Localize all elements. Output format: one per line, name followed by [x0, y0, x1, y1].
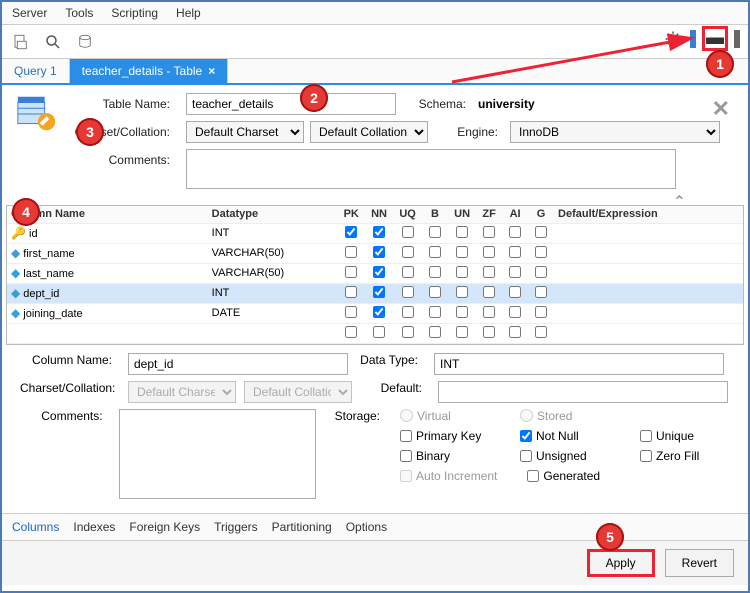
radio-stored[interactable]: Stored: [520, 409, 610, 423]
check-unsigned[interactable]: Unsigned: [520, 449, 610, 463]
tab-query1[interactable]: Query 1: [2, 59, 70, 83]
callout-1: 1: [706, 50, 734, 78]
table-row[interactable]: ◆ dept_idINT: [7, 283, 743, 303]
menu-server[interactable]: Server: [12, 6, 47, 20]
table-row[interactable]: ◆ first_nameVARCHAR(50): [7, 243, 743, 263]
collation-select[interactable]: Default Collation: [310, 121, 428, 143]
chevron-up-icon[interactable]: ⌃: [673, 192, 686, 212]
menu-help[interactable]: Help: [176, 6, 201, 20]
table-row[interactable]: ◆ last_nameVARCHAR(50): [7, 263, 743, 283]
check-binary[interactable]: Binary: [400, 449, 490, 463]
detail-charset-select: Default Charset: [128, 381, 236, 403]
comments-input[interactable]: [186, 149, 676, 189]
tab-partitioning[interactable]: Partitioning: [272, 520, 332, 534]
columns-grid: Column Name Datatype PK NN UQ B UN ZF AI…: [6, 205, 744, 345]
check-primary-key[interactable]: Primary Key: [400, 429, 490, 443]
callout-3: 3: [76, 118, 104, 146]
schema-value: university: [478, 97, 535, 111]
revert-button[interactable]: Revert: [665, 549, 734, 577]
apply-button[interactable]: Apply: [587, 549, 655, 577]
close-icon[interactable]: ×: [208, 64, 215, 78]
bottom-tabs: Columns Indexes Foreign Keys Triggers Pa…: [2, 513, 748, 540]
check-auto-increment[interactable]: Auto Increment: [400, 469, 497, 483]
check-not-null[interactable]: Not Null: [520, 429, 610, 443]
table-row[interactable]: 🔑 idINT: [7, 223, 743, 243]
tab-options[interactable]: Options: [346, 520, 387, 534]
check-unique[interactable]: Unique: [640, 429, 730, 443]
check-generated[interactable]: Generated: [527, 469, 617, 483]
editor-tabs: Query 1 teacher_details - Table ×: [2, 59, 748, 85]
menu-scripting[interactable]: Scripting: [111, 6, 158, 20]
comments-label: Comments:: [20, 149, 180, 167]
check-zero-fill[interactable]: Zero Fill: [640, 449, 730, 463]
detail-comments-label: Comments:: [20, 409, 111, 423]
table-name-input[interactable]: [186, 93, 396, 115]
detail-charset-label: Charset/Collation:: [20, 381, 120, 395]
panel-left-icon[interactable]: [690, 30, 696, 48]
column-detail-panel: Column Name: Data Type: Charset/Collatio…: [2, 345, 748, 509]
tab-triggers[interactable]: Triggers: [214, 520, 258, 534]
detail-comments-input[interactable]: [119, 409, 317, 499]
menu-tools[interactable]: Tools: [65, 6, 93, 20]
panel-right-icon[interactable]: [734, 30, 740, 48]
storage-label: Storage:: [324, 409, 388, 423]
callout-4: 4: [12, 198, 40, 226]
db-refresh-icon[interactable]: [74, 31, 96, 53]
table-designer-icon: [14, 91, 60, 137]
grid-header: Column Name Datatype PK NN UQ B UN ZF AI…: [7, 206, 743, 223]
detail-collation-select: Default Collation: [244, 381, 352, 403]
col-name-input[interactable]: [128, 353, 348, 375]
table-row-blank[interactable]: [7, 323, 743, 343]
panel-bottom-icon[interactable]: [702, 26, 728, 51]
data-type-label: Data Type:: [356, 353, 426, 367]
tab-indexes[interactable]: Indexes: [73, 520, 115, 534]
search-icon[interactable]: [42, 31, 64, 53]
engine-select[interactable]: InnoDB: [510, 121, 720, 143]
radio-virtual[interactable]: Virtual: [400, 409, 490, 423]
sql-file-icon[interactable]: [10, 31, 32, 53]
tab-foreign-keys[interactable]: Foreign Keys: [129, 520, 200, 534]
schema-label: Schema:: [402, 97, 472, 111]
menubar: Server Tools Scripting Help: [2, 2, 748, 25]
charset-select[interactable]: Default Charset: [186, 121, 304, 143]
callout-2: 2: [300, 84, 328, 112]
footer: Apply Revert: [2, 540, 748, 585]
default-input[interactable]: [438, 381, 728, 403]
col-name-label: Column Name:: [20, 353, 120, 367]
table-row[interactable]: ◆ joining_dateDATE: [7, 303, 743, 323]
engine-label: Engine:: [434, 125, 504, 139]
data-type-input[interactable]: [434, 353, 724, 375]
tab-columns[interactable]: Columns: [12, 520, 59, 534]
default-label: Default:: [360, 381, 430, 395]
gear-icon[interactable]: [662, 28, 684, 50]
tab-teacher-details[interactable]: teacher_details - Table ×: [70, 59, 229, 83]
callout-5: 5: [596, 523, 624, 551]
toolbar: [2, 25, 748, 59]
